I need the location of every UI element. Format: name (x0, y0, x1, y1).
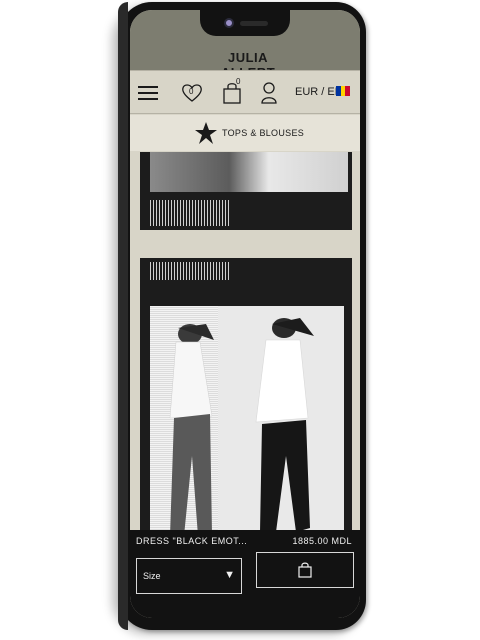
product-image (150, 152, 348, 192)
model-figures (169, 318, 314, 536)
size-select[interactable]: Size ▼ (136, 558, 242, 594)
navigation-bar: 0 0 EUR / EN (130, 70, 360, 114)
pattern-strip (150, 262, 230, 280)
size-select-label: Size (143, 571, 161, 581)
cart-count-badge: 0 (236, 77, 241, 86)
category-header: TOPS & BLOUSES (130, 115, 360, 151)
category-title: TOPS & BLOUSES (222, 128, 305, 138)
chevron-down-icon: ▼ (224, 569, 235, 581)
camera-icon (224, 18, 234, 28)
brand-star-icon (195, 122, 217, 144)
bag-icon (298, 562, 312, 578)
product-price: 1885.00 MDL (292, 536, 352, 546)
pattern-strip (150, 200, 230, 226)
speaker (240, 21, 268, 26)
phone-edge (118, 2, 128, 630)
stage: JULIA ALLERT 0 0 EUR / EN (0, 0, 480, 640)
heart-icon[interactable]: 0 (180, 81, 204, 105)
flag-icon[interactable] (336, 86, 351, 96)
product-name[interactable]: DRESS "BLACK EMOT... (136, 536, 247, 546)
user-icon[interactable] (258, 81, 280, 105)
wishlist-count-badge: 0 (189, 87, 194, 96)
add-to-cart-button[interactable] (256, 552, 354, 588)
hamburger-icon[interactable] (136, 81, 160, 105)
product-card-previous[interactable] (140, 152, 352, 230)
product-card[interactable] (140, 258, 352, 548)
flag-stripe (345, 86, 351, 96)
phone-screen: JULIA ALLERT 0 0 EUR / EN (130, 10, 360, 618)
bag-icon[interactable]: 0 (220, 77, 244, 105)
product-image[interactable] (150, 306, 344, 544)
product-info-bar: DRESS "BLACK EMOT... 1885.00 MDL Size ▼ (130, 530, 360, 618)
